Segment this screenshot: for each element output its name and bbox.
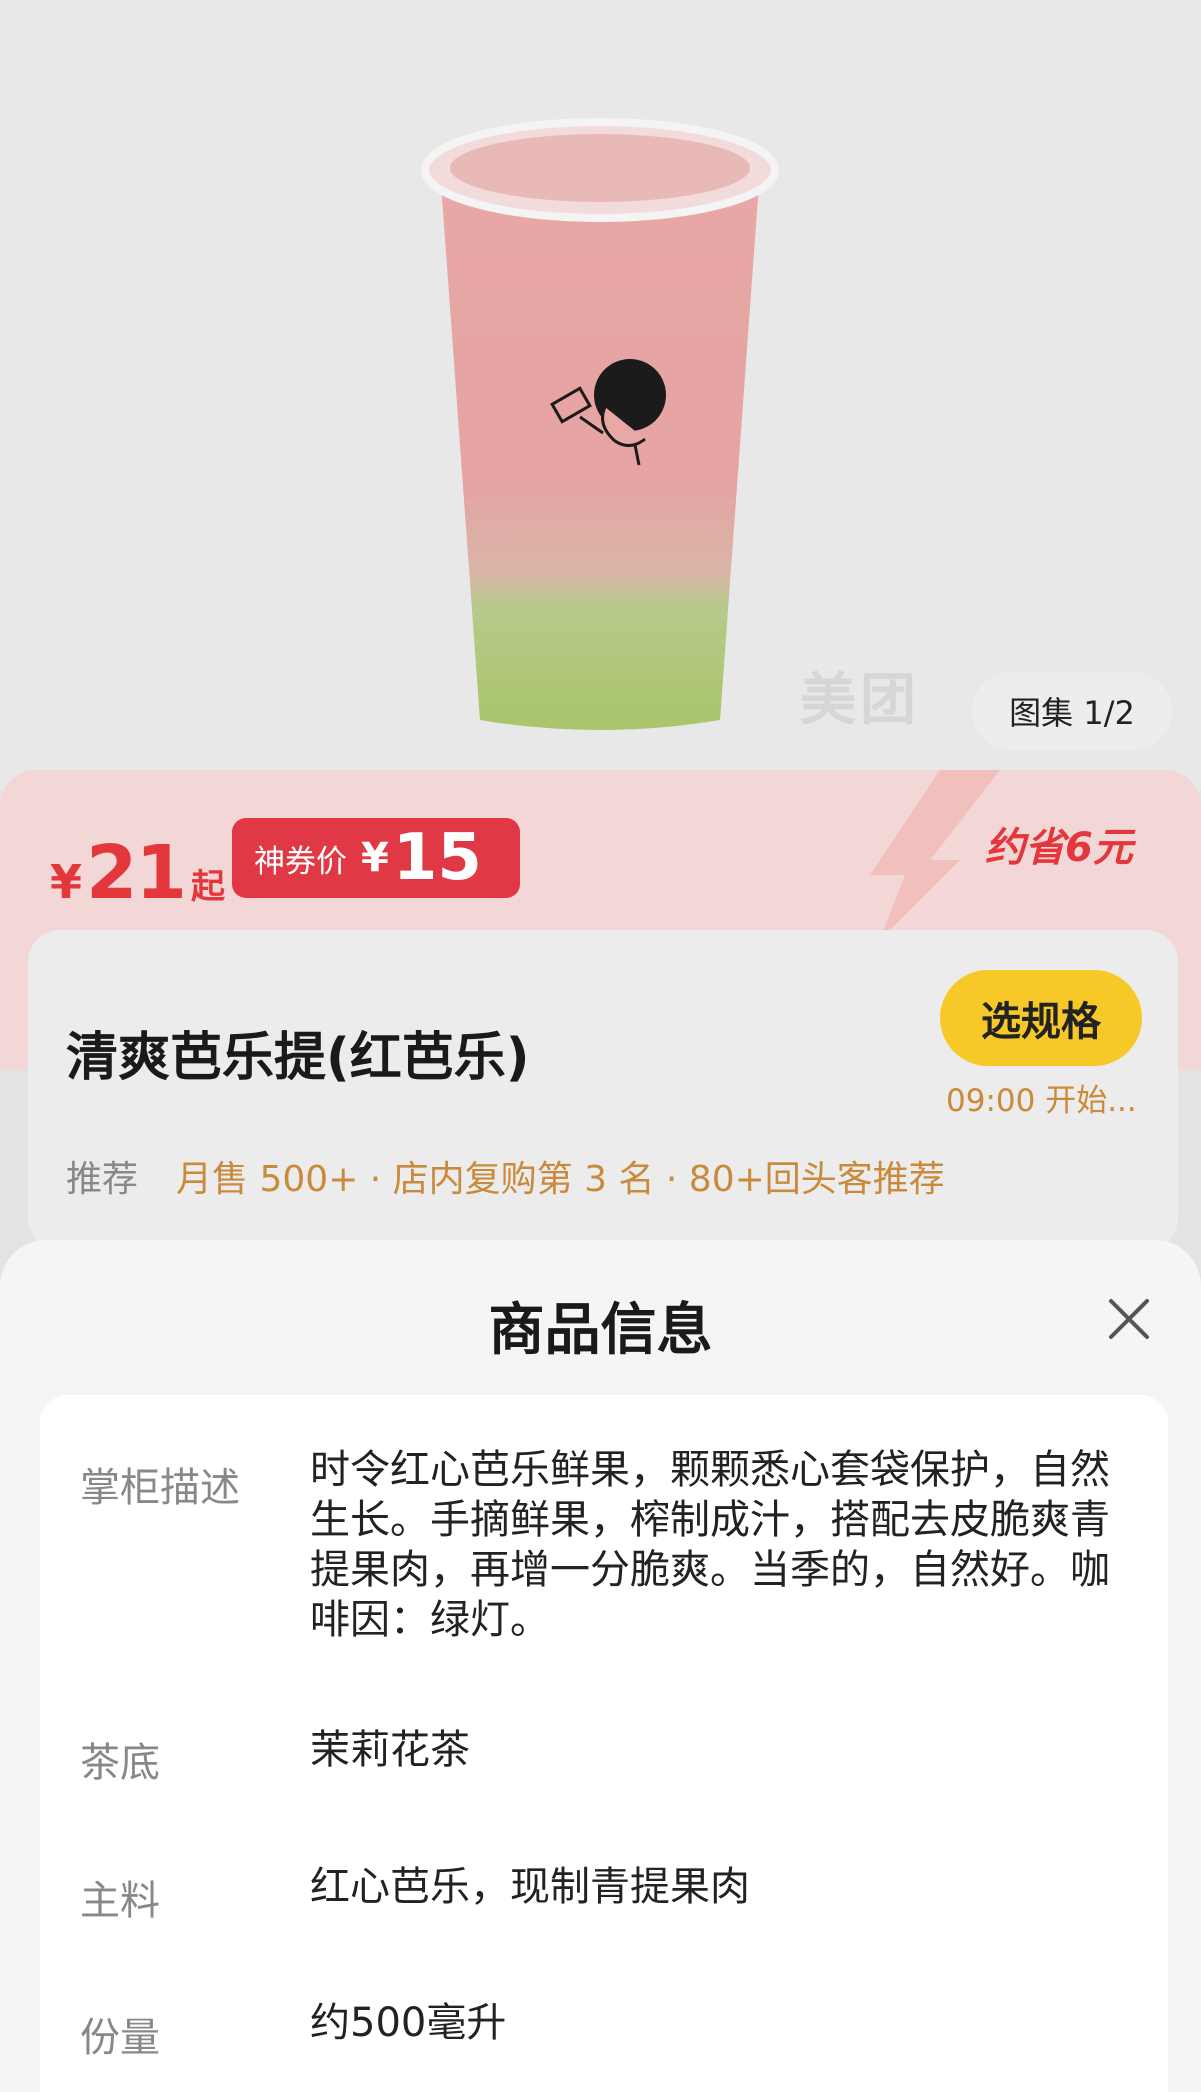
- sheet-title: 商品信息: [488, 1298, 713, 1363]
- product-meta: 推荐 月售 500+ · 店内复购第 3 名 · 80+回头客推荐: [66, 1150, 945, 1202]
- recommend-tag: 推荐: [66, 1159, 139, 1200]
- row-label-main-ingredients: 主料: [80, 1878, 160, 1924]
- sales-stats: 月售 500+ · 店内复购第 3 名 · 80+回头客推荐: [176, 1159, 945, 1200]
- product-image-area[interactable]: 美团 图集 1/2: [0, 0, 1201, 790]
- product-name: 清爽芭乐提(红芭乐): [66, 1028, 530, 1088]
- coupon-price-badge: 神券价 ¥ 15: [232, 818, 520, 898]
- row-value-main-ingredients: 红心芭乐，现制青提果肉: [310, 1864, 750, 1910]
- row-label-tea-base: 茶底: [80, 1740, 160, 1786]
- lightning-icon: [870, 770, 1000, 940]
- gallery-counter[interactable]: 图集 1/2: [972, 672, 1172, 750]
- row-label-description: 掌柜描述: [80, 1465, 240, 1511]
- starting-price: ¥ 21 起: [50, 830, 225, 916]
- product-cup-image: [421, 118, 779, 730]
- row-value-portion: 约500毫升: [310, 2000, 507, 2046]
- watermark-text: 美团: [800, 668, 920, 733]
- row-label-portion: 份量: [80, 2015, 160, 2061]
- row-value-description: 时令红心芭乐鲜果，颗颗悉心套袋保护，自然生长。手摘鲜果，榨制成汁，搭配去皮脆爽青…: [310, 1447, 1110, 1643]
- close-icon[interactable]: [1105, 1295, 1153, 1343]
- sale-start-time: 09:00 开始...: [946, 1083, 1137, 1119]
- row-value-tea-base: 茉莉花茶: [310, 1727, 470, 1773]
- select-spec-button[interactable]: 选规格: [940, 970, 1142, 1066]
- savings-label: 约省6元: [985, 825, 1133, 871]
